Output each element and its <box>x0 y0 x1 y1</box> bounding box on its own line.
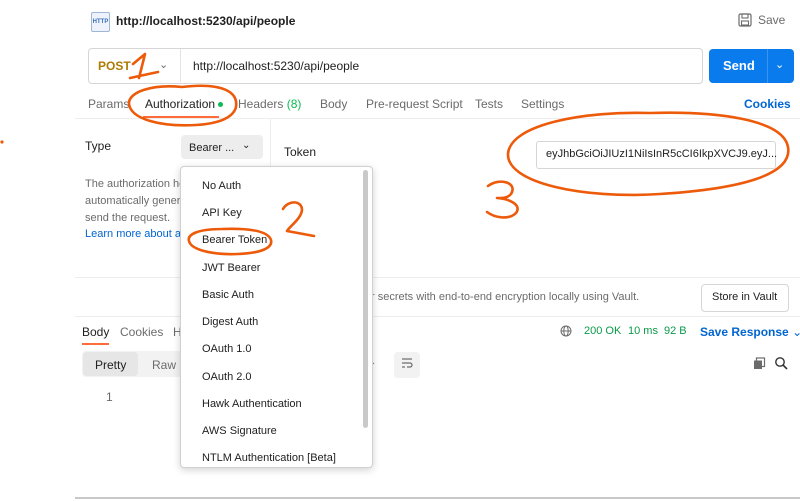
annotation-circle-bearer-token <box>187 227 273 256</box>
annotation-number-1 <box>128 52 160 80</box>
annotation-circle-authorization <box>127 84 238 127</box>
annotation-number-3 <box>485 180 519 219</box>
annotation-number-2 <box>281 201 316 238</box>
annotation-circle-token <box>506 111 790 197</box>
annotation-overlay <box>0 52 790 256</box>
annotation-dot <box>0 140 4 144</box>
